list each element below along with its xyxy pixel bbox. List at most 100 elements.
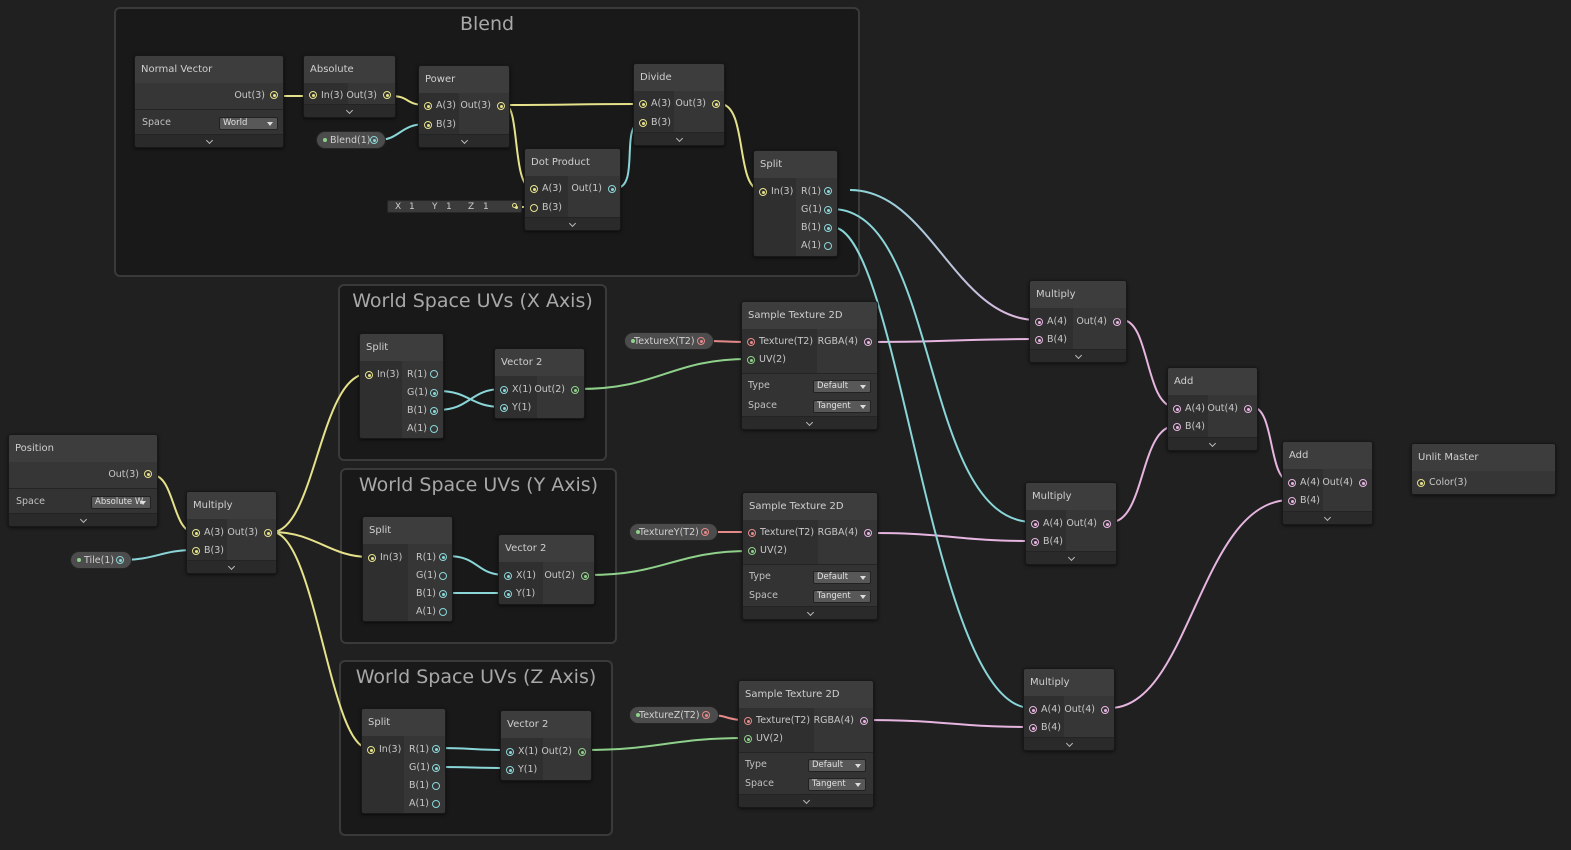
port-out[interactable] <box>1244 405 1252 413</box>
port-a[interactable] <box>1035 318 1043 326</box>
port-b[interactable] <box>1031 538 1039 546</box>
port-x[interactable] <box>504 572 512 580</box>
port-out[interactable] <box>1101 706 1109 714</box>
node-multiply-1[interactable]: Multiply A(4) B(4) Out(4) <box>1029 280 1127 363</box>
port-y[interactable] <box>506 766 514 774</box>
node-vector2-y[interactable]: Vector 2 X(1) Y(1) Out(2) <box>498 534 595 605</box>
node-vector2-z[interactable]: Vector 2 X(1) Y(1) Out(2) <box>500 710 592 781</box>
y-value[interactable]: 1 <box>446 201 452 214</box>
port-b[interactable] <box>424 121 432 129</box>
expand-toggle[interactable] <box>743 606 877 619</box>
node-sample-texture-z[interactable]: Sample Texture 2D Texture(T2) UV(2) RGBA… <box>738 680 874 808</box>
port-g[interactable] <box>439 572 447 580</box>
port-g[interactable] <box>432 764 440 772</box>
port-out[interactable] <box>497 102 505 110</box>
port-x[interactable] <box>500 386 508 394</box>
node-multiply-tile[interactable]: Multiply A(3) B(3) Out(3) <box>186 491 277 574</box>
port-out[interactable] <box>144 470 152 478</box>
space-dropdown[interactable]: Tangent <box>813 400 871 413</box>
node-split-y[interactable]: Split In(3) R(1) G(1) B(1) A(1) <box>362 516 453 622</box>
expand-toggle[interactable] <box>634 132 724 145</box>
port-out[interactable] <box>578 748 586 756</box>
port-b[interactable] <box>530 204 538 212</box>
port-out[interactable] <box>571 386 579 394</box>
port-a[interactable] <box>430 425 438 433</box>
space-dropdown[interactable]: Tangent <box>813 590 871 603</box>
port-b[interactable] <box>1035 336 1043 344</box>
type-dropdown[interactable]: Default <box>808 759 866 772</box>
space-dropdown[interactable]: Tangent <box>808 778 866 791</box>
port-r[interactable] <box>824 187 832 195</box>
expand-toggle[interactable] <box>1024 737 1114 750</box>
z-value[interactable]: 1 <box>483 201 489 214</box>
port-uv[interactable] <box>748 547 756 555</box>
port-a[interactable] <box>439 608 447 616</box>
port-out[interactable] <box>512 203 518 209</box>
property-texture-x[interactable]: TextureX(T2) <box>624 332 714 350</box>
expand-toggle[interactable] <box>135 134 283 147</box>
node-sample-texture-y[interactable]: Sample Texture 2D Texture(T2) UV(2) RGBA… <box>742 492 878 620</box>
port-a[interactable] <box>424 102 432 110</box>
port-in[interactable] <box>367 746 375 754</box>
port-out[interactable] <box>383 91 391 99</box>
property-tile[interactable]: Tile(1) <box>70 551 132 569</box>
port-b[interactable] <box>432 782 440 790</box>
expand-toggle[interactable] <box>1168 437 1257 450</box>
port-uv[interactable] <box>744 735 752 743</box>
port-a[interactable] <box>1173 405 1181 413</box>
port-out[interactable] <box>1103 520 1111 528</box>
port-b[interactable] <box>430 407 438 415</box>
port-out[interactable] <box>264 529 272 537</box>
vector3-input[interactable]: X 1 Y 1 Z 1 <box>387 200 522 213</box>
port-texture[interactable] <box>748 529 756 537</box>
port-r[interactable] <box>430 370 438 378</box>
port-color[interactable] <box>1417 479 1425 487</box>
port-g[interactable] <box>430 389 438 397</box>
port-texture[interactable] <box>747 338 755 346</box>
port-out[interactable] <box>270 91 278 99</box>
port-out[interactable] <box>701 528 709 536</box>
port-out[interactable] <box>702 711 710 719</box>
port-y[interactable] <box>504 590 512 598</box>
expand-toggle[interactable] <box>187 560 276 573</box>
node-sample-texture-x[interactable]: Sample Texture 2D Texture(T2) UV(2) RGBA… <box>741 301 878 430</box>
port-b[interactable] <box>1288 497 1296 505</box>
port-out[interactable] <box>712 100 720 108</box>
port-b[interactable] <box>1029 724 1037 732</box>
port-b[interactable] <box>824 224 832 232</box>
node-normal-vector[interactable]: Normal Vector Out(3) Space World <box>134 55 284 148</box>
port-rgba[interactable] <box>864 529 872 537</box>
node-vector2-x[interactable]: Vector 2 X(1) Y(1) Out(2) <box>494 348 585 419</box>
expand-toggle[interactable] <box>304 104 395 117</box>
node-multiply-2[interactable]: Multiply A(4) B(4) Out(4) <box>1025 482 1117 565</box>
port-out[interactable] <box>581 572 589 580</box>
node-dot-product[interactable]: Dot Product A(3) B(3) Out(1) <box>524 148 621 231</box>
node-split-blend[interactable]: Split In(3) R(1) G(1) B(1) A(1) <box>753 150 838 257</box>
node-power[interactable]: Power A(3) B(3) Out(3) <box>418 65 510 148</box>
expand-toggle[interactable] <box>739 794 873 807</box>
port-g[interactable] <box>824 206 832 214</box>
port-out[interactable] <box>697 337 705 345</box>
port-a[interactable] <box>1031 520 1039 528</box>
port-a[interactable] <box>432 800 440 808</box>
port-y[interactable] <box>500 404 508 412</box>
node-unlit-master[interactable]: Unlit Master Color(3) <box>1411 443 1556 495</box>
expand-toggle[interactable] <box>742 416 877 429</box>
space-dropdown[interactable]: World <box>219 117 278 130</box>
port-a[interactable] <box>1288 479 1296 487</box>
port-a[interactable] <box>192 529 200 537</box>
expand-toggle[interactable] <box>1283 511 1372 524</box>
port-uv[interactable] <box>747 356 755 364</box>
type-dropdown[interactable]: Default <box>813 571 871 584</box>
expand-toggle[interactable] <box>1026 551 1116 564</box>
port-b[interactable] <box>439 590 447 598</box>
space-dropdown[interactable]: Absolute W <box>91 496 151 509</box>
port-r[interactable] <box>439 553 447 561</box>
port-out[interactable] <box>1113 318 1121 326</box>
port-b[interactable] <box>639 119 647 127</box>
port-in[interactable] <box>365 371 373 379</box>
port-in[interactable] <box>759 188 767 196</box>
port-out[interactable] <box>608 185 616 193</box>
port-b[interactable] <box>192 547 200 555</box>
port-rgba[interactable] <box>864 338 872 346</box>
